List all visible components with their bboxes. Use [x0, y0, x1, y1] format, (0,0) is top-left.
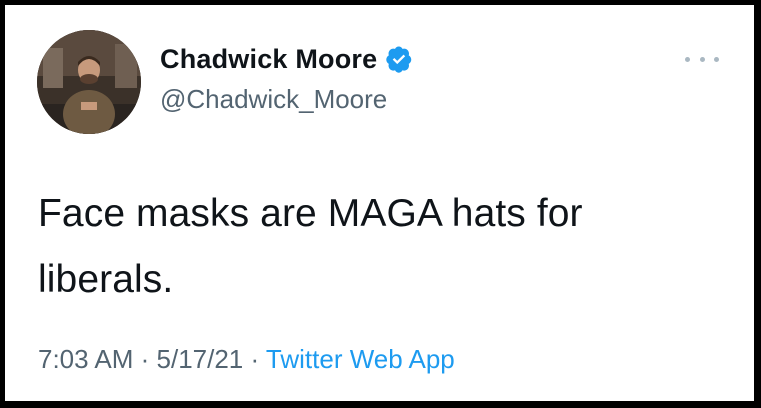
verified-badge-icon	[386, 46, 412, 73]
meta-separator: ·	[133, 344, 157, 374]
avatar[interactable]	[37, 30, 141, 134]
tweet-card: Chadwick Moore @Chadwick_Moore Face mask…	[5, 5, 754, 401]
tweet-meta: 7:03 AM · 5/17/21 · Twitter Web App	[38, 343, 455, 375]
author-name-row: Chadwick Moore	[160, 43, 413, 75]
tweet-source-link[interactable]: Twitter Web App	[266, 344, 455, 374]
more-dot	[699, 56, 705, 62]
tweet-time[interactable]: 7:03 AM	[38, 344, 133, 374]
meta-separator: ·	[243, 344, 266, 374]
more-options-icon[interactable]	[685, 49, 719, 69]
avatar-photo	[37, 30, 141, 134]
more-dot	[714, 56, 719, 62]
author-display-name[interactable]: Chadwick Moore	[160, 43, 377, 75]
more-dot	[685, 56, 690, 62]
tweet-date[interactable]: 5/17/21	[157, 344, 244, 374]
tweet-text: Face masks are MAGA hats for liberals.	[38, 192, 583, 301]
author-handle[interactable]: @Chadwick_Moore	[160, 83, 387, 115]
